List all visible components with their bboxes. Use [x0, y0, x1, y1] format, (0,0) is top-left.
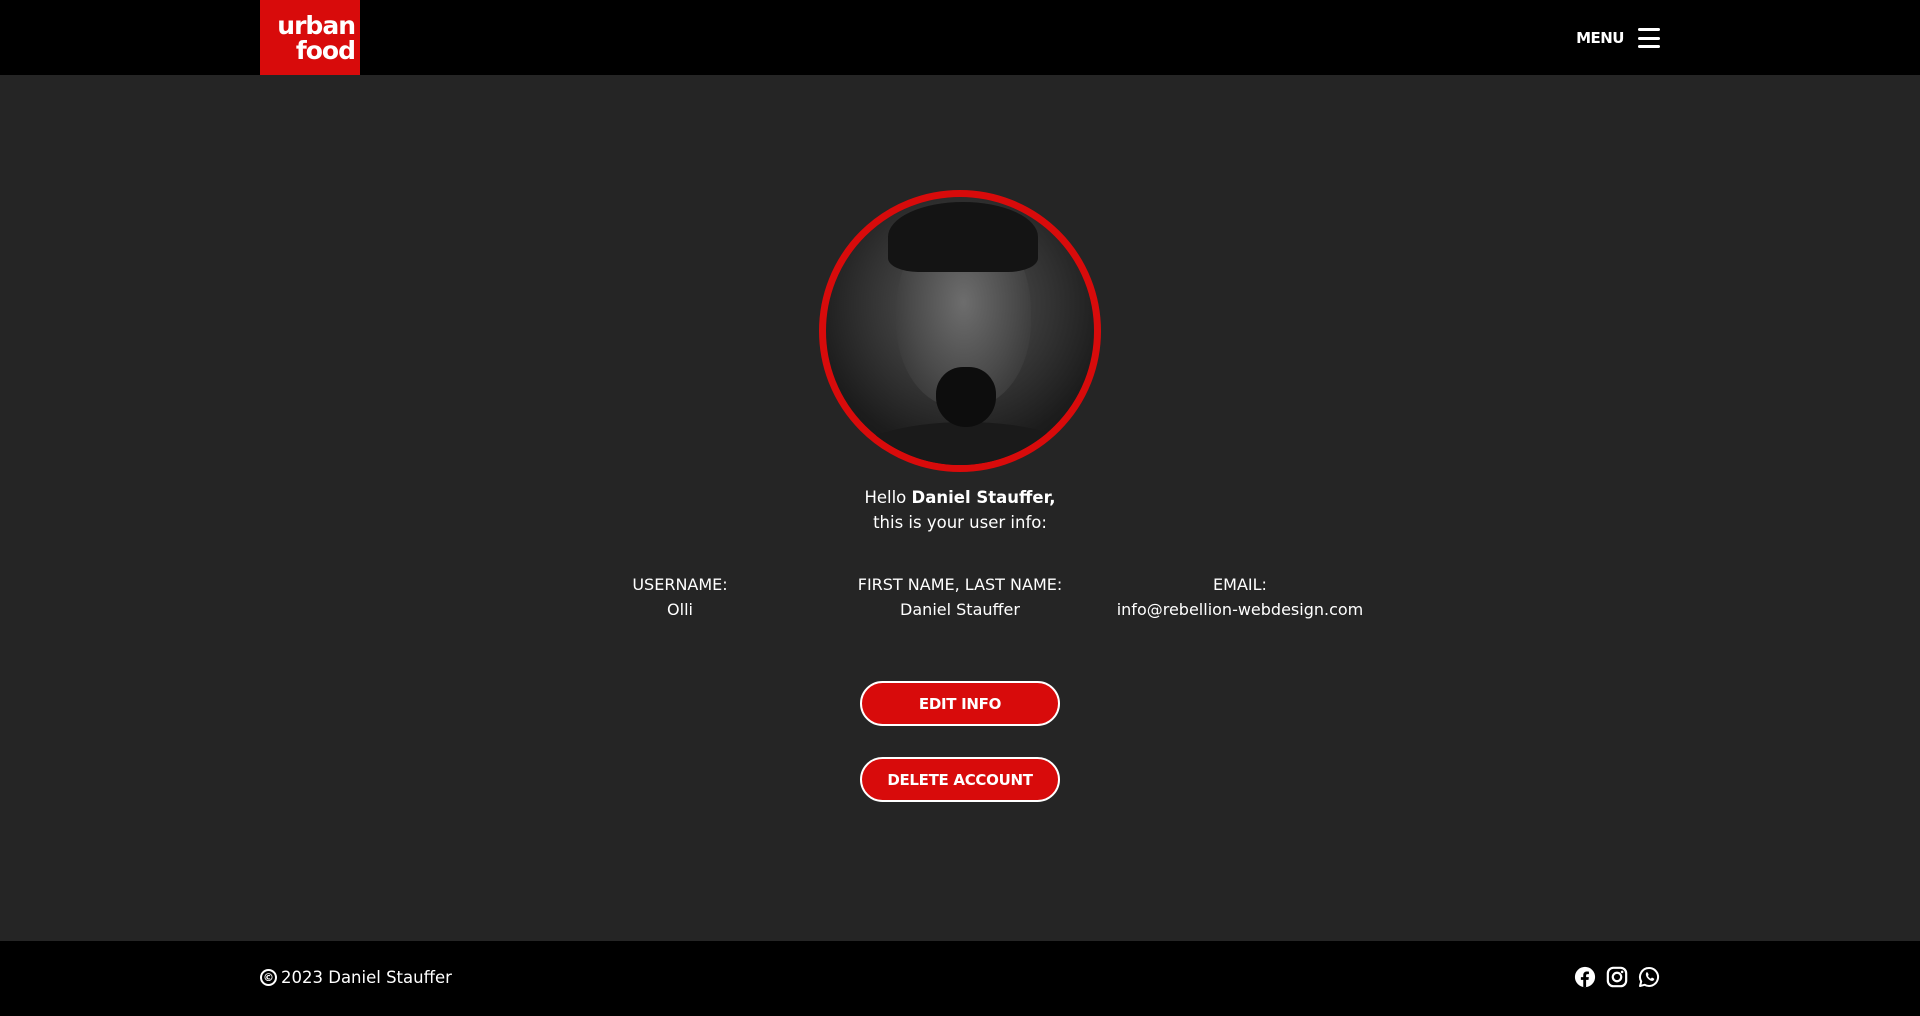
email-label: EMAIL: — [1213, 575, 1267, 594]
greeting-prefix: Hello — [864, 488, 907, 507]
copyright-text: 2023 Daniel Stauffer — [281, 968, 452, 987]
menu-button[interactable]: MENU — [1576, 24, 1660, 52]
greeting-text: Hello Daniel Stauffer, this is your user… — [760, 485, 1160, 535]
fullname-info: FIRST NAME, LAST NAME: Daniel Stauffer — [810, 572, 1110, 622]
copyright-icon: © — [260, 969, 277, 986]
fullname-value: Daniel Stauffer — [900, 600, 1020, 619]
greeting-suffix: this is your user info: — [873, 513, 1047, 532]
hamburger-menu-icon[interactable] — [1638, 28, 1660, 48]
copyright: © 2023 Daniel Stauffer — [260, 968, 452, 987]
social-links — [1574, 966, 1660, 988]
fullname-label: FIRST NAME, LAST NAME: — [857, 575, 1063, 594]
edit-info-button[interactable]: EDIT INFO — [860, 681, 1060, 726]
username-info: USERNAME: Olli — [530, 572, 830, 622]
menu-label: MENU — [1576, 29, 1624, 47]
site-footer: © 2023 Daniel Stauffer — [0, 941, 1920, 1016]
username-label: USERNAME: — [632, 575, 728, 594]
delete-account-button[interactable]: DELETE ACCOUNT — [860, 757, 1060, 802]
whatsapp-icon[interactable] — [1638, 966, 1660, 988]
site-header: urban food MENU — [0, 0, 1920, 75]
username-value: Olli — [667, 600, 693, 619]
greeting-name: Daniel Stauffer, — [911, 488, 1056, 507]
email-value: info@rebellion-webdesign.com — [1116, 600, 1364, 619]
logo-text-urban: urban — [277, 10, 356, 40]
profile-avatar — [819, 190, 1101, 472]
urban-food-logo[interactable]: urban food — [260, 0, 360, 75]
email-info: EMAIL: info@rebellion-webdesign.com — [1090, 572, 1390, 622]
facebook-icon[interactable] — [1574, 966, 1596, 988]
instagram-icon[interactable] — [1606, 966, 1628, 988]
logo-text-food: food — [295, 35, 356, 65]
